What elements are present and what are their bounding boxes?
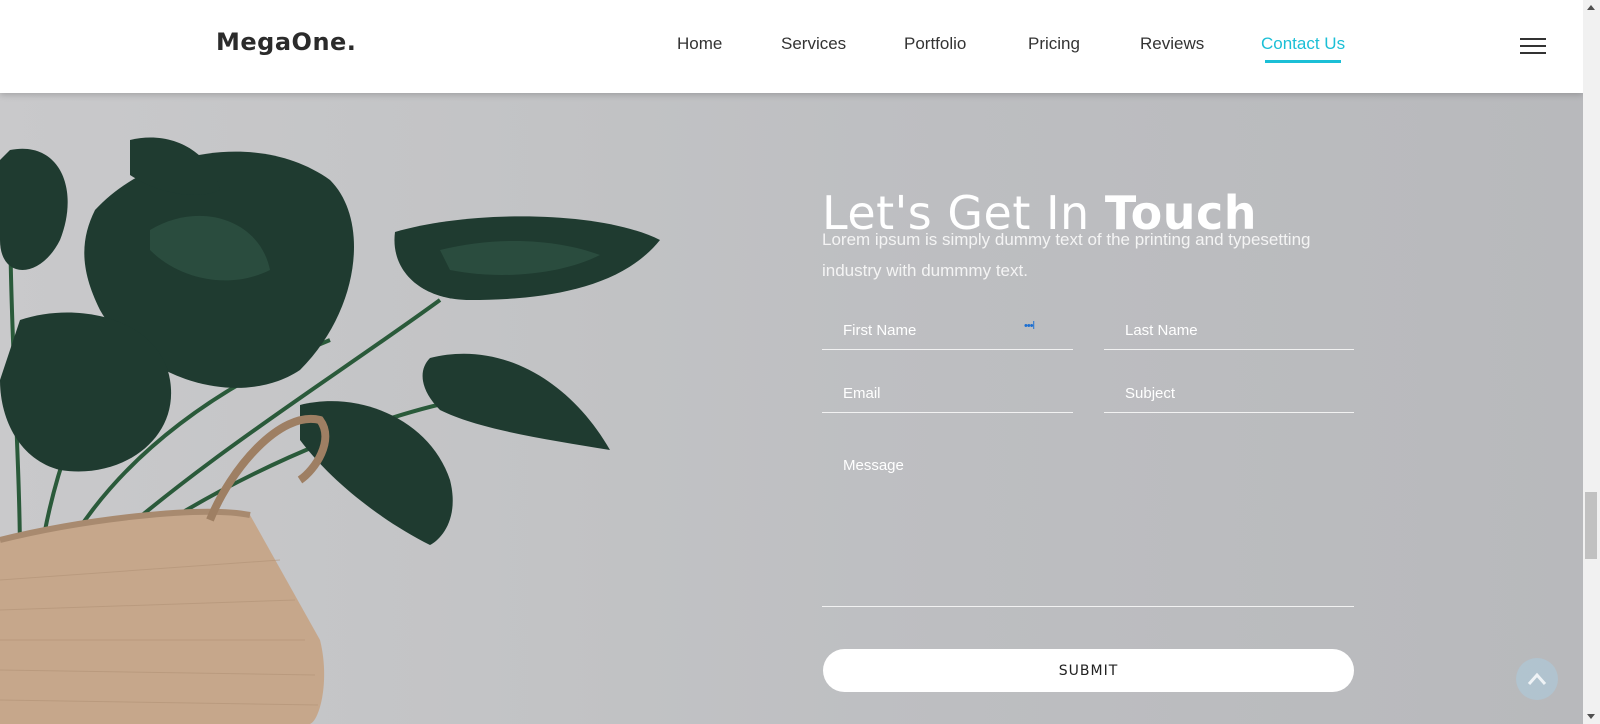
chevron-up-icon bbox=[1527, 672, 1547, 685]
email-input[interactable] bbox=[822, 375, 1073, 413]
nav-contact-us[interactable]: Contact Us bbox=[1261, 34, 1346, 63]
logo[interactable]: MegaOne. bbox=[216, 28, 356, 56]
first-name-input[interactable] bbox=[822, 312, 1073, 350]
page-scrollbar[interactable] bbox=[1583, 0, 1600, 724]
contact-lead-text: Lorem ipsum is simply dummy text of the … bbox=[822, 230, 1311, 280]
last-name-input[interactable] bbox=[1104, 312, 1354, 350]
subject-input[interactable] bbox=[1104, 375, 1354, 413]
nav-reviews[interactable]: Reviews bbox=[1140, 34, 1204, 54]
back-to-top-button[interactable] bbox=[1516, 658, 1558, 700]
hamburger-icon[interactable] bbox=[1520, 38, 1546, 56]
nav-services[interactable]: Services bbox=[781, 34, 846, 54]
scrollbar-thumb[interactable] bbox=[1585, 492, 1597, 559]
message-textarea[interactable] bbox=[822, 437, 1354, 607]
nav-home[interactable]: Home bbox=[677, 34, 722, 54]
scroll-down-icon[interactable] bbox=[1587, 714, 1595, 719]
site-header: MegaOne. Home Services Portfolio Pricing… bbox=[0, 0, 1583, 93]
autofill-icon[interactable]: •••l bbox=[1024, 320, 1035, 332]
nav-pricing[interactable]: Pricing bbox=[1028, 34, 1080, 54]
submit-button[interactable]: SUBMIT bbox=[823, 649, 1354, 692]
plant-illustration bbox=[0, 137, 660, 724]
hero-background bbox=[0, 0, 1583, 724]
scroll-up-icon[interactable] bbox=[1587, 5, 1595, 10]
nav-contact-us-label: Contact Us bbox=[1261, 34, 1346, 53]
active-nav-underline bbox=[1265, 60, 1342, 63]
nav-portfolio[interactable]: Portfolio bbox=[904, 34, 966, 54]
